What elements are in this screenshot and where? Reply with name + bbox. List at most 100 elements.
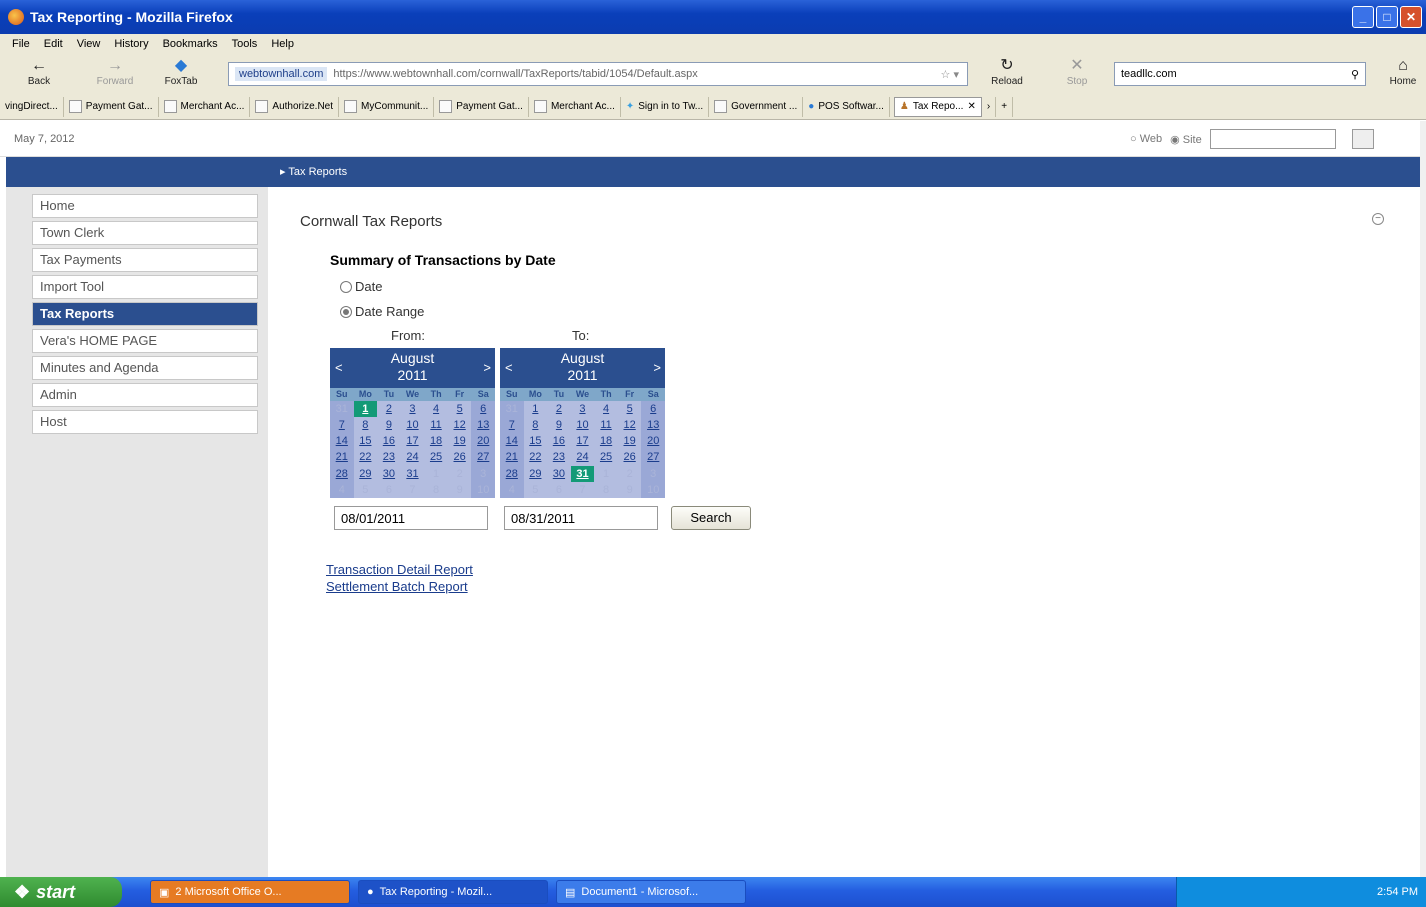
calendar-day[interactable]: 12 xyxy=(618,417,642,433)
close-button[interactable]: ✕ xyxy=(1400,6,1422,28)
calendar-day[interactable]: 5 xyxy=(524,482,548,498)
bookmark-item[interactable]: ✦ Sign in to Tw... xyxy=(621,96,710,117)
search-button[interactable]: Search xyxy=(671,506,751,530)
calendar-day[interactable]: 4 xyxy=(424,401,448,417)
calendar-day[interactable]: 7 xyxy=(500,417,524,434)
calendar-day[interactable]: 3 xyxy=(471,465,495,482)
calendar-day[interactable]: 3 xyxy=(641,465,665,482)
calendar-day[interactable]: 2 xyxy=(377,401,401,417)
calendar-day[interactable]: 22 xyxy=(354,449,378,465)
menu-history[interactable]: History xyxy=(114,38,148,50)
sidebar-item-veras-home-page[interactable]: Vera's HOME PAGE xyxy=(32,329,258,353)
search-icon[interactable]: ⚲ xyxy=(1351,68,1359,81)
calendar-day[interactable]: 19 xyxy=(618,433,642,449)
calendar-day[interactable]: 1 xyxy=(594,466,618,482)
forward-button[interactable]: → Forward xyxy=(92,56,138,92)
calendar-day[interactable]: 15 xyxy=(524,433,548,449)
bookmark-item[interactable]: ● POS Softwar... xyxy=(803,96,890,117)
calendar-day[interactable]: 6 xyxy=(471,401,495,418)
calendar-day[interactable]: 24 xyxy=(571,449,595,465)
settlement-batch-report-link[interactable]: Settlement Batch Report xyxy=(326,579,468,594)
clock[interactable]: 2:54 PM xyxy=(1377,886,1418,898)
menu-view[interactable]: View xyxy=(77,38,101,50)
radio-dot-unchecked[interactable] xyxy=(340,280,352,293)
menu-tools[interactable]: Tools xyxy=(232,38,258,50)
calendar-day[interactable]: 4 xyxy=(500,481,524,498)
calendar-day[interactable]: 29 xyxy=(354,466,378,482)
menu-help[interactable]: Help xyxy=(271,38,294,50)
sidebar-item-home[interactable]: Home xyxy=(32,194,258,218)
calendar-day[interactable]: 6 xyxy=(641,401,665,418)
calendar-day[interactable]: 28 xyxy=(500,465,524,482)
menu-edit[interactable]: Edit xyxy=(44,38,63,50)
calendar-day[interactable]: 13 xyxy=(641,417,665,434)
calendar-day[interactable]: 18 xyxy=(594,433,618,449)
home-button[interactable]: ⌂ Home xyxy=(1380,56,1426,92)
calendar-day[interactable]: 14 xyxy=(500,433,524,450)
calendar-day[interactable]: 5 xyxy=(618,401,642,417)
calendar-day[interactable]: 9 xyxy=(618,482,642,498)
calendar-day[interactable]: 27 xyxy=(471,449,495,466)
calendar-day[interactable]: 9 xyxy=(547,417,571,433)
from-date-input[interactable]: 08/01/2011 xyxy=(334,506,488,530)
new-tab-button[interactable]: + xyxy=(996,96,1014,117)
calendar-day[interactable]: 23 xyxy=(547,449,571,465)
reload-button[interactable]: ↻ Reload xyxy=(984,56,1030,92)
calendar-day[interactable]: 9 xyxy=(448,482,472,498)
calendar-day[interactable]: 20 xyxy=(471,433,495,450)
calendar-day[interactable]: 26 xyxy=(618,449,642,465)
sidebar-item-town-clerk[interactable]: Town Clerk xyxy=(32,221,258,245)
site-identity[interactable]: webtownhall.com xyxy=(235,67,328,81)
calendar-day[interactable]: 31 xyxy=(570,465,595,482)
sidebar-item-host[interactable]: Host xyxy=(32,410,258,434)
start-button[interactable]: ❖ start xyxy=(0,877,122,907)
calendar-day[interactable]: 10 xyxy=(641,481,665,498)
calendar-day[interactable]: 19 xyxy=(448,433,472,449)
calendar-day[interactable]: 9 xyxy=(377,417,401,433)
next-month-button[interactable]: > xyxy=(653,360,661,375)
calendar-day[interactable]: 21 xyxy=(330,449,354,466)
sidebar-item-tax-reports[interactable]: Tax Reports xyxy=(32,302,258,326)
menu-bookmarks[interactable]: Bookmarks xyxy=(163,38,218,50)
site-search-input[interactable] xyxy=(1209,129,1336,149)
bookmark-item[interactable]: Merchant Ac... xyxy=(529,96,621,117)
next-month-button[interactable]: > xyxy=(483,360,491,375)
calendar-day[interactable]: 20 xyxy=(641,433,665,450)
radio-site[interactable]: ◉ Site xyxy=(1170,133,1202,146)
calendar-day[interactable]: 30 xyxy=(377,466,401,482)
stop-button[interactable]: ✕ Stop xyxy=(1054,56,1100,92)
calendar-day[interactable]: 1 xyxy=(524,401,548,417)
bookmark-item[interactable]: Merchant Ac... xyxy=(159,96,251,117)
calendar-day[interactable]: 31 xyxy=(401,466,425,482)
sidebar-item-minutes-agenda[interactable]: Minutes and Agenda xyxy=(32,356,258,380)
calendar-day[interactable]: 17 xyxy=(401,433,425,449)
taskbar-item-firefox[interactable]: ● Tax Reporting - Mozil... xyxy=(358,880,548,904)
calendar-day[interactable]: 10 xyxy=(571,417,595,433)
calendar-day[interactable]: 5 xyxy=(448,401,472,417)
calendar-day[interactable]: 6 xyxy=(547,482,571,498)
calendar-day[interactable]: 26 xyxy=(448,449,472,465)
calendar-day[interactable]: 8 xyxy=(594,482,618,498)
calendar-day[interactable]: 17 xyxy=(571,433,595,449)
calendar-day[interactable]: 16 xyxy=(547,433,571,449)
bookmark-item[interactable]: MyCommunit... xyxy=(339,96,435,117)
calendar-day[interactable]: 27 xyxy=(641,449,665,466)
sidebar-item-admin[interactable]: Admin xyxy=(32,383,258,407)
calendar-day[interactable]: 25 xyxy=(594,449,618,465)
radio-dot-checked[interactable] xyxy=(340,305,352,318)
calendar-day[interactable]: 10 xyxy=(401,417,425,433)
calendar-day[interactable]: 14 xyxy=(330,433,354,450)
calendar-day[interactable]: 15 xyxy=(354,433,378,449)
tab-tax-reports[interactable]: ♟ Tax Repo... ✕ xyxy=(893,96,982,117)
bookmark-item[interactable]: vingDirect... xyxy=(0,96,64,117)
to-date-input[interactable]: 08/31/2011 xyxy=(504,506,658,530)
sidebar-item-tax-payments[interactable]: Tax Payments xyxy=(32,248,258,272)
calendar-day[interactable]: 16 xyxy=(377,433,401,449)
calendar-day[interactable]: 7 xyxy=(571,482,595,498)
calendar-day[interactable]: 31 xyxy=(330,401,354,418)
calendar-day[interactable]: 21 xyxy=(500,449,524,466)
bookmark-item[interactable]: Authorize.Net xyxy=(250,96,340,117)
maximize-button[interactable]: □ xyxy=(1376,6,1398,28)
calendar-day[interactable]: 29 xyxy=(524,466,548,482)
calendar-day[interactable]: 11 xyxy=(594,417,618,433)
